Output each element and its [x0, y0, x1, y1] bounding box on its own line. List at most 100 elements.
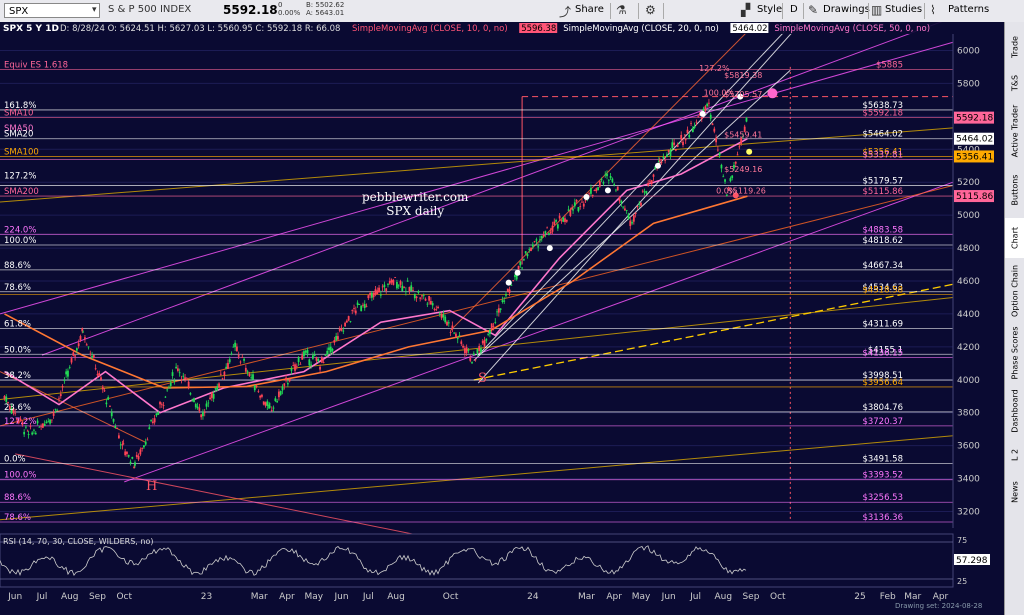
candle-body [31, 432, 34, 435]
candle-body [397, 285, 400, 287]
candle-body [577, 207, 580, 212]
pivot-marker [699, 110, 706, 117]
level-price-label: $4667.34 [862, 261, 903, 271]
x-tick-label: Mar [251, 592, 268, 602]
candle-body [673, 142, 675, 145]
candle-body [187, 381, 190, 388]
candle-body [456, 337, 459, 340]
candle-body [118, 435, 120, 439]
candle-body [227, 362, 229, 369]
share-icon[interactable]: ⤴ [559, 3, 571, 20]
flask-icon[interactable]: ⚗ [616, 3, 627, 17]
style-button[interactable]: Style [757, 4, 782, 15]
candle-body [58, 398, 60, 400]
fib-level-label: 50.0% [4, 345, 31, 355]
candle-body [462, 345, 464, 348]
fib-level-label: SMA100 [4, 147, 39, 157]
candle-body [686, 129, 689, 134]
candle-body [542, 234, 545, 237]
candle-body [745, 117, 748, 122]
fib-label: $5119.26 [728, 186, 766, 195]
price-chart[interactable]: $5885$5638.73$5592.18$5464.02$5356.41$53… [0, 22, 1005, 615]
sidebar-tab-label: L 2 [1010, 448, 1019, 462]
candle-body [279, 391, 282, 395]
candle-body [510, 285, 513, 286]
candle-body [304, 350, 307, 353]
patterns-button[interactable]: Patterns [948, 4, 989, 15]
pattern-icon[interactable]: ⌇ [930, 3, 936, 17]
x-tick-label: Jul [689, 592, 701, 602]
x-tick-label: Sep [742, 592, 759, 602]
candle-body [358, 304, 361, 305]
level-price-label: $4136.15 [862, 348, 903, 358]
sidebar-tab-phase-scores[interactable]: Phase Scores [1005, 324, 1024, 382]
x-tick-label: Jul [36, 592, 48, 602]
head-marker: H [146, 479, 158, 494]
candle-body [556, 224, 559, 229]
candle-body [40, 426, 43, 428]
studies-button[interactable]: Studies [885, 4, 922, 15]
pencil-icon[interactable]: ✎ [808, 3, 818, 17]
candle-body [591, 194, 594, 197]
candle-body [101, 386, 104, 390]
candle-body [54, 408, 57, 410]
candle-body [295, 365, 298, 367]
candle-body [369, 293, 372, 296]
candle-body [593, 190, 596, 192]
sidebar-tab-buttons[interactable]: Buttons [1005, 164, 1024, 216]
candle-body [338, 328, 341, 331]
symbol-dropdown-icon[interactable]: ▾ [92, 5, 97, 15]
candle-body [403, 286, 405, 288]
candle-body [533, 241, 536, 242]
candle-body [353, 308, 355, 309]
candle-body [553, 221, 556, 225]
candle-body [288, 378, 291, 382]
candle-body [244, 367, 247, 372]
drawings-button[interactable]: Drawings [823, 4, 870, 15]
study-value: 5464.02 [732, 24, 767, 34]
candle-body [92, 355, 95, 358]
sidebar-tab-label: Chart [1010, 227, 1019, 249]
level-price-label: $3804.76 [862, 403, 903, 413]
candle-body [530, 247, 532, 251]
style-icon[interactable]: ▞ [741, 3, 750, 17]
candle-body [560, 220, 563, 222]
share-button[interactable]: Share [575, 4, 604, 15]
candle-body [313, 354, 316, 356]
sidebar-tab-option-chain[interactable]: Option Chain [1005, 260, 1024, 322]
candle-body [131, 457, 134, 459]
candle-body [139, 449, 142, 455]
candle-body [412, 290, 414, 291]
sidebar-tab-dashboard[interactable]: Dashboard [1005, 384, 1024, 438]
gear-icon[interactable]: ⚙ [645, 3, 656, 17]
candle-body [202, 412, 204, 417]
sidebar-tab-active-trader[interactable]: Active Trader [1005, 100, 1024, 162]
candle-body [306, 349, 309, 354]
candle-body [162, 405, 165, 406]
sidebar-tab-trade[interactable]: Trade [1005, 28, 1024, 66]
candle-body [724, 179, 726, 182]
candle-body [262, 401, 265, 405]
candle-body [688, 134, 691, 138]
sidebar-tab-t-s[interactable]: T&S [1005, 68, 1024, 98]
candle-body [394, 276, 397, 278]
candle-body [182, 375, 185, 377]
symbol-input[interactable]: SPX [4, 3, 100, 18]
candle-body [360, 305, 363, 312]
candle-body [458, 335, 461, 336]
candle-body [607, 179, 610, 181]
candle-body [87, 346, 90, 348]
bars-icon[interactable]: ▥ [871, 3, 882, 17]
sidebar-tab-l-2[interactable]: L 2 [1005, 440, 1024, 470]
period-button[interactable]: D [790, 4, 798, 15]
candle-body [521, 267, 523, 269]
sidebar-tab-news[interactable]: News [1005, 472, 1024, 512]
candle-body [374, 289, 377, 295]
rsi-tick: 75 [957, 536, 967, 545]
candle-body [281, 386, 284, 391]
candle-body [519, 261, 522, 266]
sidebar-tab-chart[interactable]: Chart [1005, 218, 1024, 258]
candle-body [328, 347, 330, 351]
x-tick-label: Apr [606, 592, 622, 602]
chart-subtitle: SPX daily [386, 204, 445, 218]
